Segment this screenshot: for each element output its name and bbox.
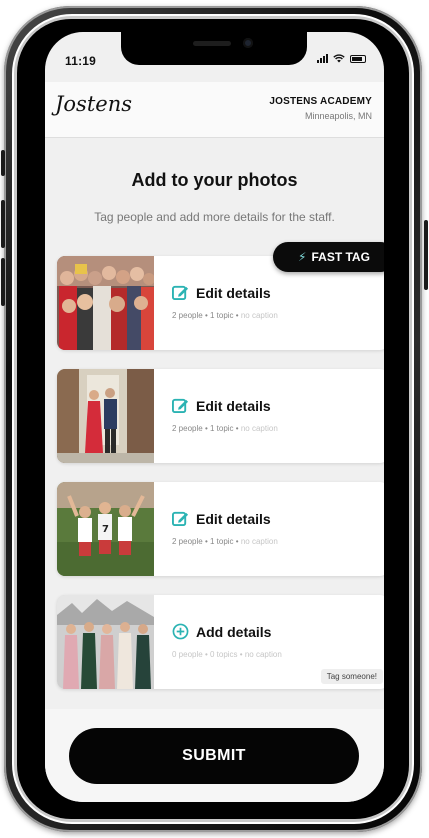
edit-details-label: Edit details [196,397,271,414]
separator: • [235,537,239,546]
photo-thumbnail[interactable] [57,369,154,463]
power-button [424,220,428,290]
volume-up-button [1,200,5,248]
photo-summary: 2 people • 1 topic • no caption [172,311,278,320]
people-count: 2 people [172,424,203,433]
front-camera [243,38,253,48]
caption-status: no caption [240,537,278,546]
edit-icon [172,285,189,301]
separator: • [235,311,239,320]
separator: • [204,650,208,659]
people-count: 2 people [172,537,203,546]
page-subtitle: Tag people and add more details for the … [94,210,335,224]
topic-count: 0 topics [209,650,238,659]
mute-switch [1,150,5,176]
fast-tag-label: FAST TAG [311,250,370,264]
edit-details-label: Edit details [196,284,271,301]
caption-status: no caption [240,424,278,433]
caption-status: no caption [244,650,282,659]
jostens-logo[interactable]: Jostens [55,92,132,116]
edit-icon [172,398,189,414]
topic-count: 1 topic [209,424,234,433]
school-info: JOSTENS ACADEMY Minneapolis, MN [269,96,372,121]
photo-summary: 2 people • 1 topic • no caption [172,424,278,433]
signal-icon [317,54,328,63]
app-screen: 11:19 Jostens JOSTENS ACADEMY Minneapoli… [45,32,384,802]
photo-summary: 2 people • 1 topic • no caption [172,537,278,546]
edit-details-link[interactable]: Edit details [172,397,271,414]
photo-thumbnail[interactable] [57,256,154,350]
edit-details-link[interactable]: Edit details [172,284,271,301]
app-header: Jostens JOSTENS ACADEMY Minneapolis, MN [45,82,384,138]
wifi-icon [333,54,345,63]
submit-button[interactable]: SUBMIT [69,728,359,784]
photo-card[interactable]: Edit details 2 people • 1 topic • no cap… [57,369,384,463]
photo-card[interactable]: 7 Edit details 2 people • 1 topic • no c… [57,482,384,576]
add-details-label: Add details [196,623,272,640]
separator: • [204,537,208,546]
edit-icon [172,511,189,527]
separator: • [235,424,239,433]
topic-count: 1 topic [209,311,234,320]
status-time: 11:19 [65,54,97,68]
separator: • [204,311,208,320]
plus-circle-icon [172,623,189,640]
people-count: 2 people [172,311,203,320]
svg-text:7: 7 [102,524,109,535]
separator: • [239,650,243,659]
status-icons [317,54,366,63]
separator: • [204,424,208,433]
photo-thumbnail[interactable] [57,595,154,689]
page-title: Add to your photos [131,170,298,190]
battery-icon [350,54,366,63]
fast-tag-button[interactable]: ⚡︎ FAST TAG [273,242,384,272]
volume-down-button [1,258,5,306]
photo-card[interactable]: Add details 0 people • 0 topics • no cap… [57,595,384,689]
caption-status: no caption [240,311,278,320]
lightning-icon: ⚡︎ [298,250,307,264]
edit-details-label: Edit details [196,510,271,527]
speaker-grille [193,41,231,46]
add-details-link[interactable]: Add details [172,623,271,640]
people-count: 0 people [172,650,203,659]
school-name: JOSTENS ACADEMY [269,96,372,107]
notch [121,32,307,65]
topic-count: 1 topic [209,537,234,546]
edit-details-link[interactable]: Edit details [172,510,271,527]
photo-summary: 0 people • 0 topics • no caption [172,650,282,659]
school-location: Minneapolis, MN [304,111,372,121]
tag-someone-badge[interactable]: Tag someone! [320,669,383,684]
photo-thumbnail[interactable]: 7 [57,482,154,576]
